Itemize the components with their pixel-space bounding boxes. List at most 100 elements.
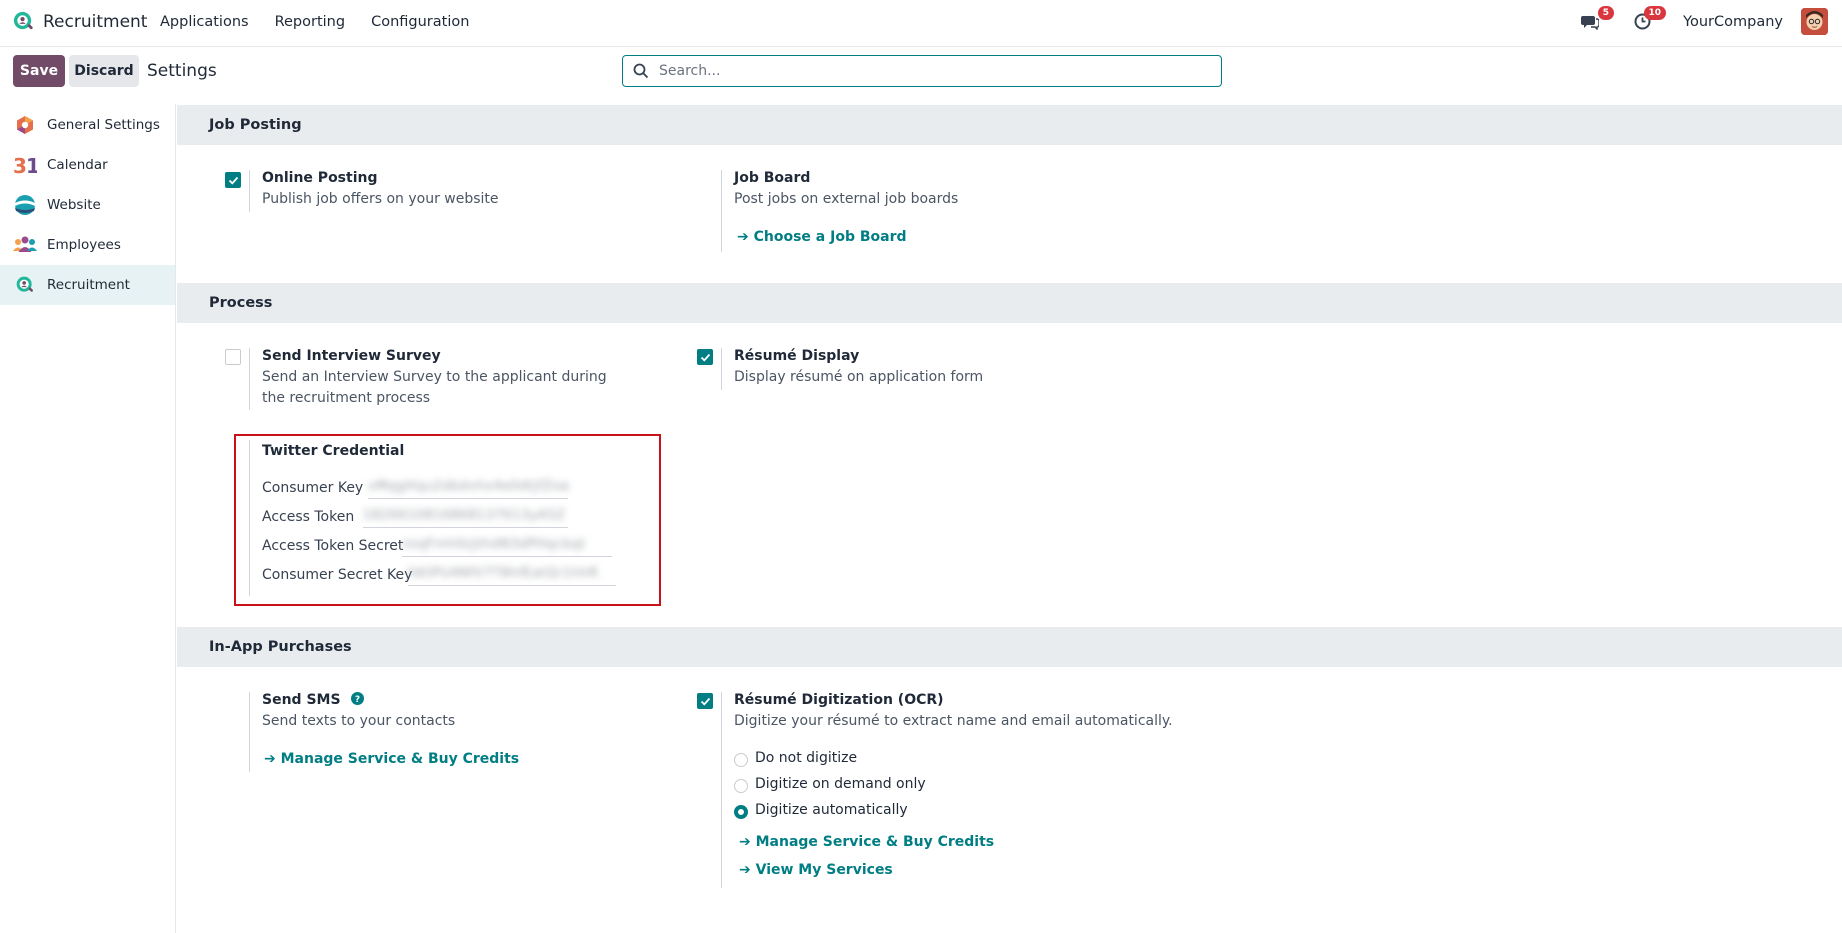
section-job-posting: Job Posting [177,105,1842,145]
page-title: Settings [147,61,217,81]
help-icon[interactable]: ? [351,692,365,705]
choose-job-board-link[interactable]: ➔ Choose a Job Board [737,229,907,245]
twitter-credential-title: Twitter Credential [262,443,405,459]
sidebar-item-website[interactable]: Website [0,185,175,225]
send-sms-label: Send SMS [262,692,341,708]
resume-display-checkbox[interactable] [697,349,713,365]
sidebar-item-employees[interactable]: Employees [0,225,175,265]
search-bar[interactable] [622,55,1222,87]
send-sms-desc: Send texts to your contacts [262,713,456,729]
consumer-secret-value: fdtIPU4NfV7T8hfEatQr1hhR [408,566,599,581]
sidebar-item-label: Website [47,197,101,213]
resume-display-title: Résumé Display [734,348,860,364]
radio-do-not-digitize[interactable] [734,753,748,767]
checkmark-icon [700,697,711,706]
ocr-desc: Digitize your résumé to extract name and… [734,713,1173,729]
ocr-title: Résumé Digitization (OCR) [734,692,944,708]
interview-survey-checkbox[interactable] [225,349,241,365]
access-token-secret-value: nsqFmh0zjthdN3dPHqcbqt [402,537,586,552]
search-icon [633,63,649,79]
consumer-key-field[interactable]: vMqgHqu2dbdvhx4e0dtjfZoa [368,479,568,499]
section-title: Process [209,295,273,311]
menu-applications[interactable]: Applications [160,14,249,30]
divider [249,170,250,212]
divider [249,348,250,410]
section-title: In-App Purchases [209,639,352,655]
menu-reporting[interactable]: Reporting [275,14,346,30]
activities-badge: 10 [1643,5,1667,20]
radio-digitize-on-demand[interactable] [734,779,748,793]
checkmark-icon [700,353,711,362]
link-label: Manage Service & Buy Credits [755,834,995,850]
svg-text:3: 3 [13,154,27,176]
resume-display-desc: Display résumé on application form [734,369,984,385]
ocr-manage-credits-link[interactable]: ➔ Manage Service & Buy Credits [739,834,994,850]
section-title: Job Posting [209,117,302,133]
access-token-secret-field[interactable]: nsqFmh0zjthdN3dPHqcbqt [402,537,612,557]
radio-label-digitize-automatically: Digitize automatically [755,802,908,818]
ocr-checkbox[interactable] [697,693,713,709]
link-label: Manage Service & Buy Credits [280,751,520,767]
employees-icon [13,233,37,257]
access-token-field[interactable]: 1826610816868137613yA5Z [363,508,568,528]
svg-text:1: 1 [26,154,37,176]
radio-label-digitize-on-demand: Digitize on demand only [755,776,926,792]
menu-configuration[interactable]: Configuration [371,14,469,30]
access-token-value: 1826610816868137613yA5Z [363,508,566,523]
website-icon [13,193,37,217]
top-navbar: Recruitment Applications Reporting Confi… [0,0,1842,47]
online-posting-title: Online Posting [262,170,378,186]
user-avatar[interactable] [1801,8,1828,35]
divider [721,692,722,888]
consumer-key-value: vMqgHqu2dbdvhx4e0dtjfZoa [368,479,568,494]
section-process: Process [177,283,1842,323]
sidebar-item-general-settings[interactable]: General Settings [0,105,175,145]
divider [249,440,250,596]
settings-sidebar: General Settings 3 1 Calendar Website Em… [0,104,176,933]
sms-manage-credits-link[interactable]: ➔ Manage Service & Buy Credits [264,751,519,767]
discard-button[interactable]: Discard [69,55,139,87]
send-sms-title: Send SMS ? [262,692,365,708]
job-board-desc: Post jobs on external job boards [734,191,959,207]
svg-text:?: ? [355,695,360,705]
consumer-key-label: Consumer Key [262,480,364,496]
consumer-secret-label: Consumer Secret Key [262,567,413,583]
sidebar-item-label: Calendar [47,157,108,173]
company-switcher[interactable]: YourCompany [1683,14,1783,30]
radio-label-do-not-digitize: Do not digitize [755,750,858,766]
save-button[interactable]: Save [13,55,65,87]
interview-survey-desc: Send an Interview Survey to the applican… [262,369,607,406]
section-in-app-purchases: In-App Purchases [177,627,1842,667]
app-name: Recruitment [43,11,148,32]
link-label: View My Services [755,862,893,878]
calendar-icon: 3 1 [13,153,37,177]
recruitment-icon [13,273,37,297]
sidebar-item-recruitment[interactable]: Recruitment [0,265,175,305]
consumer-secret-field[interactable]: fdtIPU4NfV7T8hfEatQr1hhR [408,566,616,586]
messages-badge: 5 [1597,5,1615,20]
avatar-face-icon [1801,8,1828,35]
sidebar-item-label: Employees [47,237,121,253]
sidebar-item-label: General Settings [47,117,160,133]
access-token-secret-label: Access Token Secret [262,538,404,554]
checkmark-icon [228,176,239,185]
app-brand[interactable]: Recruitment [12,10,147,33]
search-input[interactable] [657,62,1221,80]
access-token-label: Access Token [262,509,355,525]
general-settings-icon [13,113,37,137]
link-label: Choose a Job Board [753,229,907,245]
chat-icon [1581,15,1600,30]
main-menu: Applications Reporting Configuration [160,14,469,30]
divider [721,170,722,252]
messages-button[interactable]: 5 [1577,5,1615,35]
job-board-title: Job Board [734,170,811,186]
online-posting-desc: Publish job offers on your website [262,191,499,207]
sidebar-item-calendar[interactable]: 3 1 Calendar [0,145,175,185]
view-my-services-link[interactable]: ➔ View My Services [739,862,893,878]
sidebar-item-label: Recruitment [47,277,130,293]
systray: 5 10 YourCompany [1577,5,1828,35]
online-posting-checkbox[interactable] [225,172,241,188]
radio-digitize-automatically[interactable] [734,805,748,819]
activities-button[interactable]: 10 [1629,5,1667,35]
recruitment-logo-icon [13,11,33,30]
